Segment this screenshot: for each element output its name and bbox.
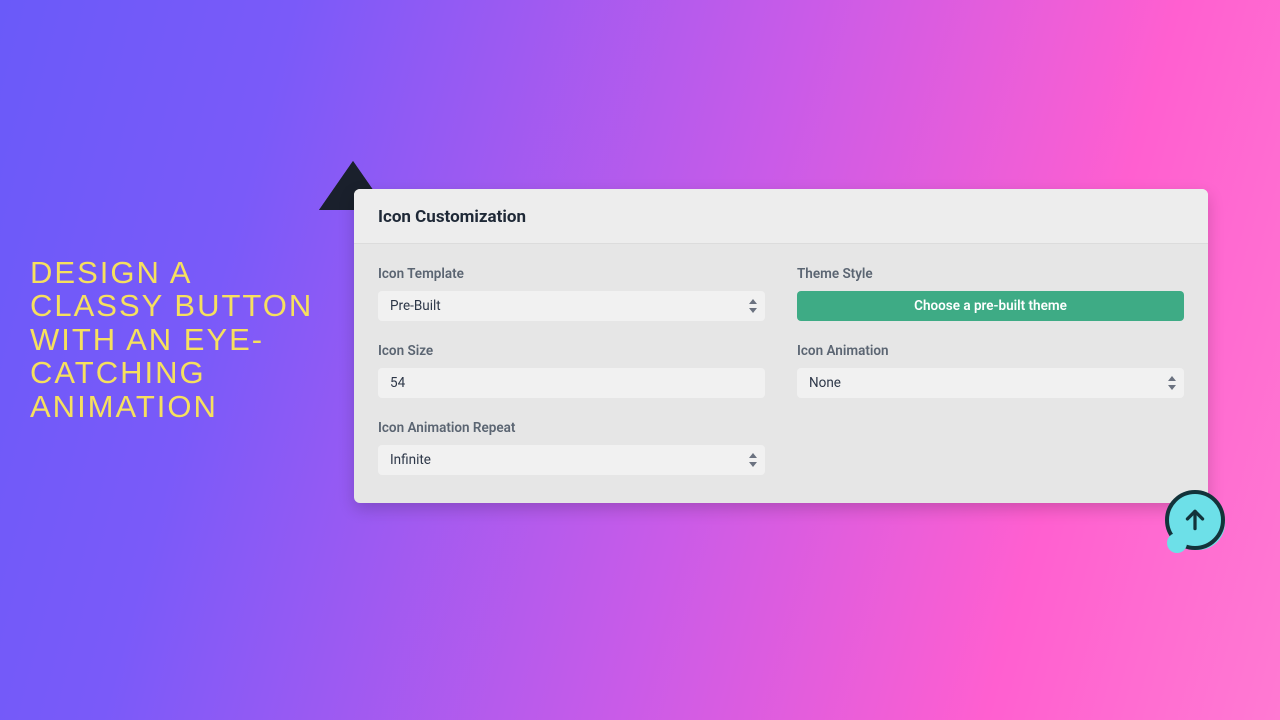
panel-body: Icon Template Pre-Built Theme Style Choo…	[354, 244, 1208, 503]
panel-title: Icon Customization	[378, 207, 1184, 227]
input-icon-size-value: 54	[390, 375, 405, 391]
empty-cell	[797, 420, 1184, 475]
select-icon-template[interactable]: Pre-Built	[378, 291, 765, 321]
field-icon-template: Icon Template Pre-Built	[378, 266, 765, 321]
select-icon-animation-repeat[interactable]: Infinite	[378, 445, 765, 475]
select-icon-animation-repeat-value: Infinite	[390, 452, 431, 468]
scroll-top-button[interactable]	[1165, 490, 1225, 550]
field-theme-style: Theme Style Choose a pre-built theme	[797, 266, 1184, 321]
icon-customization-panel: Icon Customization Icon Template Pre-Bui…	[354, 189, 1208, 503]
field-icon-animation: Icon Animation None	[797, 343, 1184, 398]
label-icon-animation: Icon Animation	[797, 343, 1184, 359]
choose-theme-button[interactable]: Choose a pre-built theme	[797, 291, 1184, 321]
panel-header: Icon Customization	[354, 189, 1208, 244]
input-icon-size[interactable]: 54	[378, 368, 765, 398]
stepper-icon	[1168, 376, 1176, 390]
choose-theme-button-label: Choose a pre-built theme	[914, 298, 1067, 314]
field-icon-animation-repeat: Icon Animation Repeat Infinite	[378, 420, 765, 475]
select-icon-animation[interactable]: None	[797, 368, 1184, 398]
select-icon-animation-value: None	[809, 375, 841, 391]
label-theme-style: Theme Style	[797, 266, 1184, 282]
label-icon-animation-repeat: Icon Animation Repeat	[378, 420, 765, 436]
page-headline: DESIGN A CLASSY BUTTON WITH AN EYE-CATCH…	[30, 256, 330, 423]
stepper-icon	[749, 453, 757, 467]
label-icon-size: Icon Size	[378, 343, 765, 359]
stepper-icon	[749, 299, 757, 313]
field-icon-size: Icon Size 54	[378, 343, 765, 398]
arrow-up-circle-icon	[1165, 490, 1225, 550]
label-icon-template: Icon Template	[378, 266, 765, 282]
select-icon-template-value: Pre-Built	[390, 298, 441, 314]
